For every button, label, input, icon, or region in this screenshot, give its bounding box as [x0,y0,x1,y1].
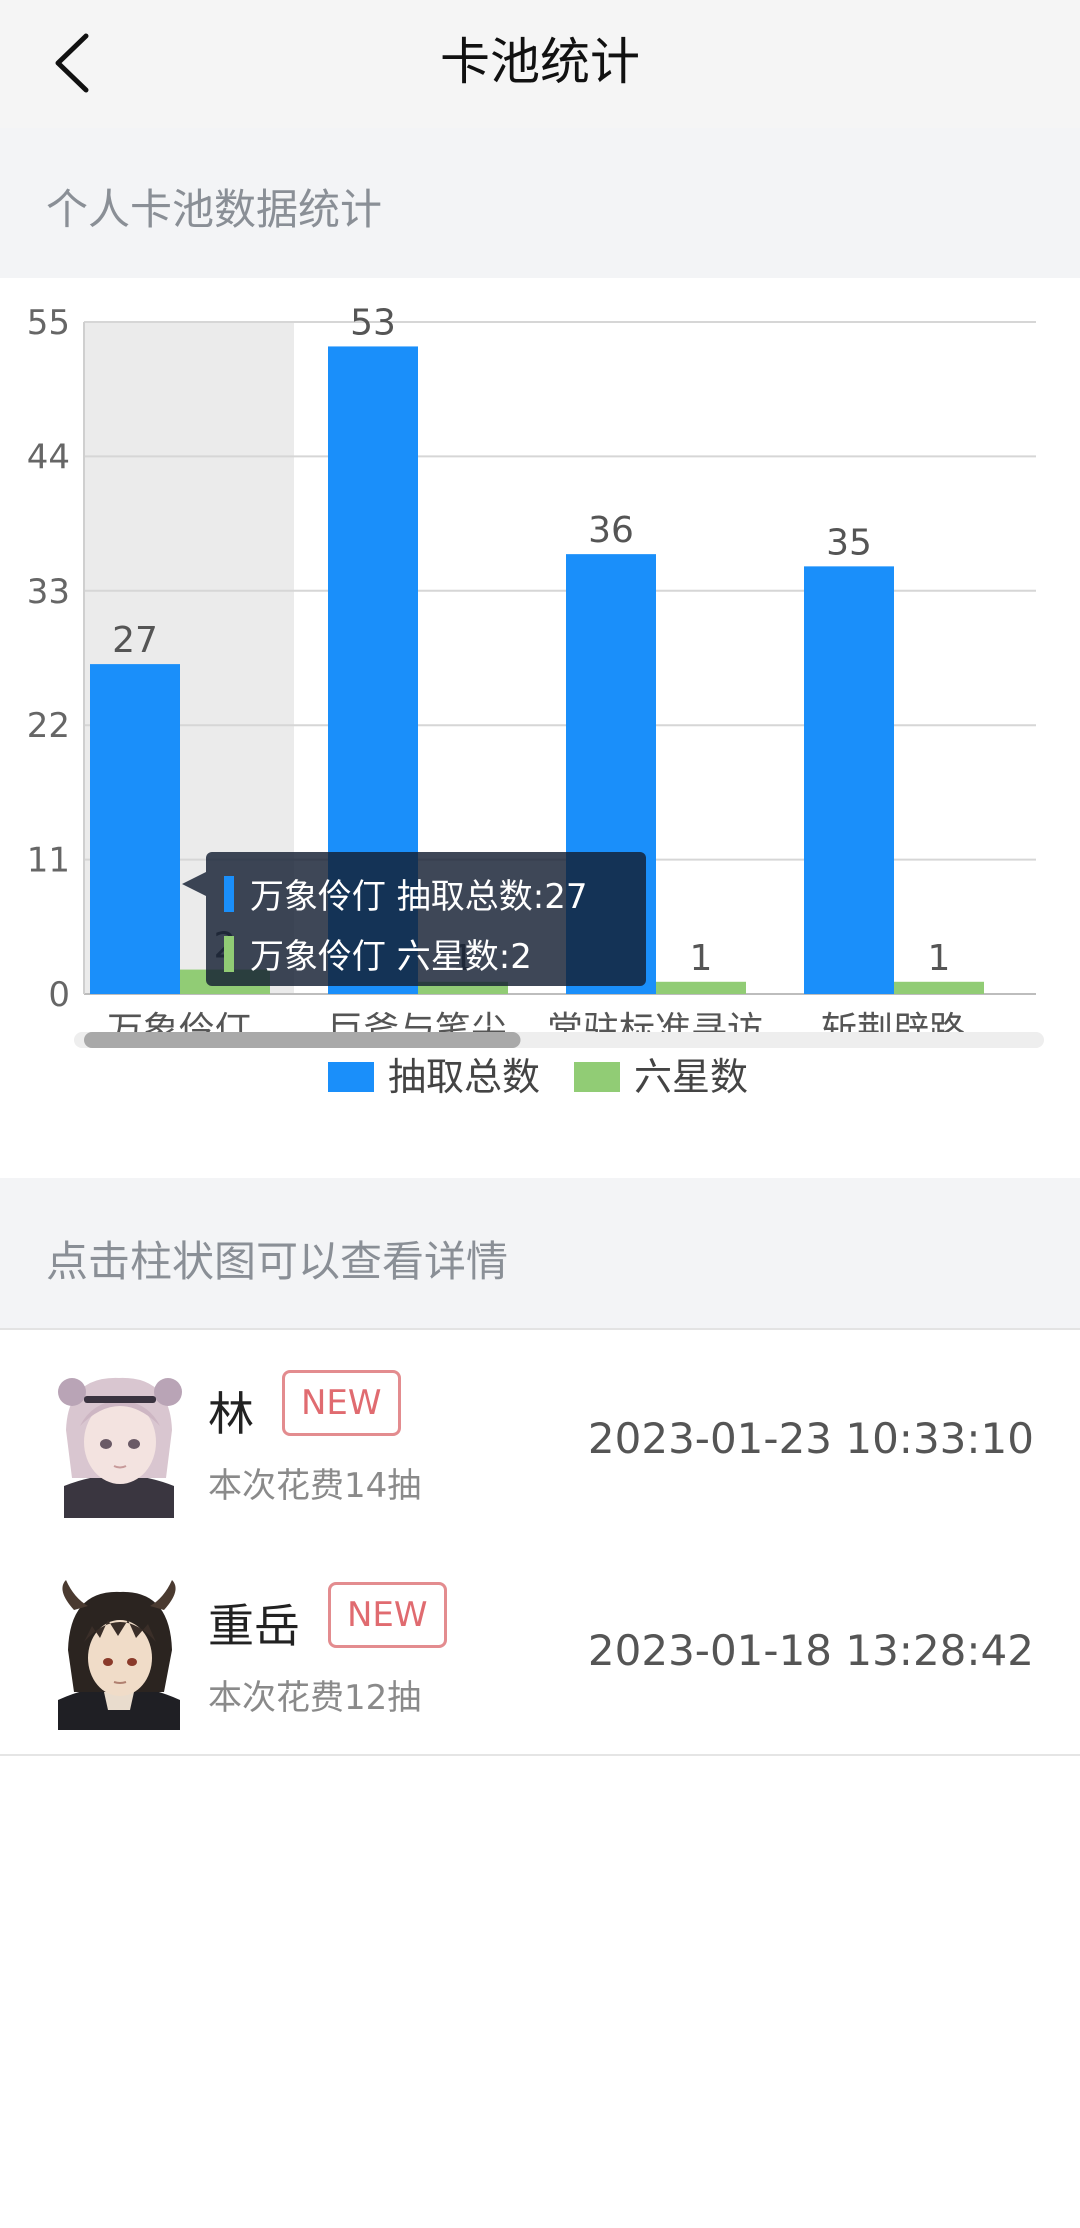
scrollbar-thumb[interactable] [84,1032,521,1048]
list-item[interactable]: 林 NEW 本次花费14抽 2023-01-23 10:33:10 [0,1330,1080,1544]
y-tick-label: 11 [27,841,70,881]
data-label: 35 [826,522,872,563]
data-label: 36 [588,510,634,551]
bar-six-star[interactable] [656,981,746,994]
legend-label-six-star: 六星数 [634,1055,748,1099]
bar-six-star[interactable] [894,981,984,994]
y-tick-label: 22 [27,706,70,746]
bar-total[interactable] [90,664,180,994]
y-tick-label: 0 [48,975,70,1015]
y-tick-label: 33 [27,572,70,612]
tooltip-line-six-star: 万象伶仃 六星数:2 [250,937,532,977]
avatar [44,1580,194,1730]
record-name: 林 [208,1387,254,1441]
tooltip-line-total: 万象伶仃 抽取总数:27 [250,877,588,917]
y-tick-label: 44 [27,437,70,477]
section-header-stats: 个人卡池数据统计 [0,128,1080,278]
legend-swatch-total[interactable] [328,1062,374,1092]
data-label: 53 [350,302,396,343]
section-header-hint: 点击柱状图可以查看详情 [0,1178,1080,1330]
new-badge: NEW [328,1582,447,1648]
record-cost: 本次花费14抽 [208,1466,422,1506]
data-label: 1 [928,938,951,979]
list-item[interactable]: 重岳 NEW 本次花费12抽 2023-01-18 13:28:42 [0,1542,1080,1756]
record-time: 2023-01-18 13:28:42 [587,1626,1034,1675]
new-badge: NEW [282,1370,401,1436]
section-label: 个人卡池数据统计 [46,185,383,234]
legend-swatch-six-star[interactable] [574,1062,620,1092]
record-time: 2023-01-23 10:33:10 [587,1414,1034,1463]
app-header: 卡池统计 [0,0,1080,128]
tooltip-marker-total [224,876,234,912]
tooltip-marker-six-star [224,936,234,972]
page-title: 卡池统计 [440,33,640,91]
data-label: 27 [112,620,158,661]
avatar [44,1368,194,1518]
hint-label: 点击柱状图可以查看详情 [46,1237,509,1286]
bar-total[interactable] [804,566,894,994]
data-label: 1 [690,938,713,979]
record-cost: 本次花费12抽 [208,1678,422,1718]
y-tick-label: 55 [27,303,70,343]
bar-chart[interactable]: 01122334455275336352111万象伶仃巨斧与笔尖常驻标准寻访斩荆… [0,278,1080,1178]
record-name: 重岳 [208,1599,300,1653]
legend-label-total: 抽取总数 [388,1055,540,1099]
